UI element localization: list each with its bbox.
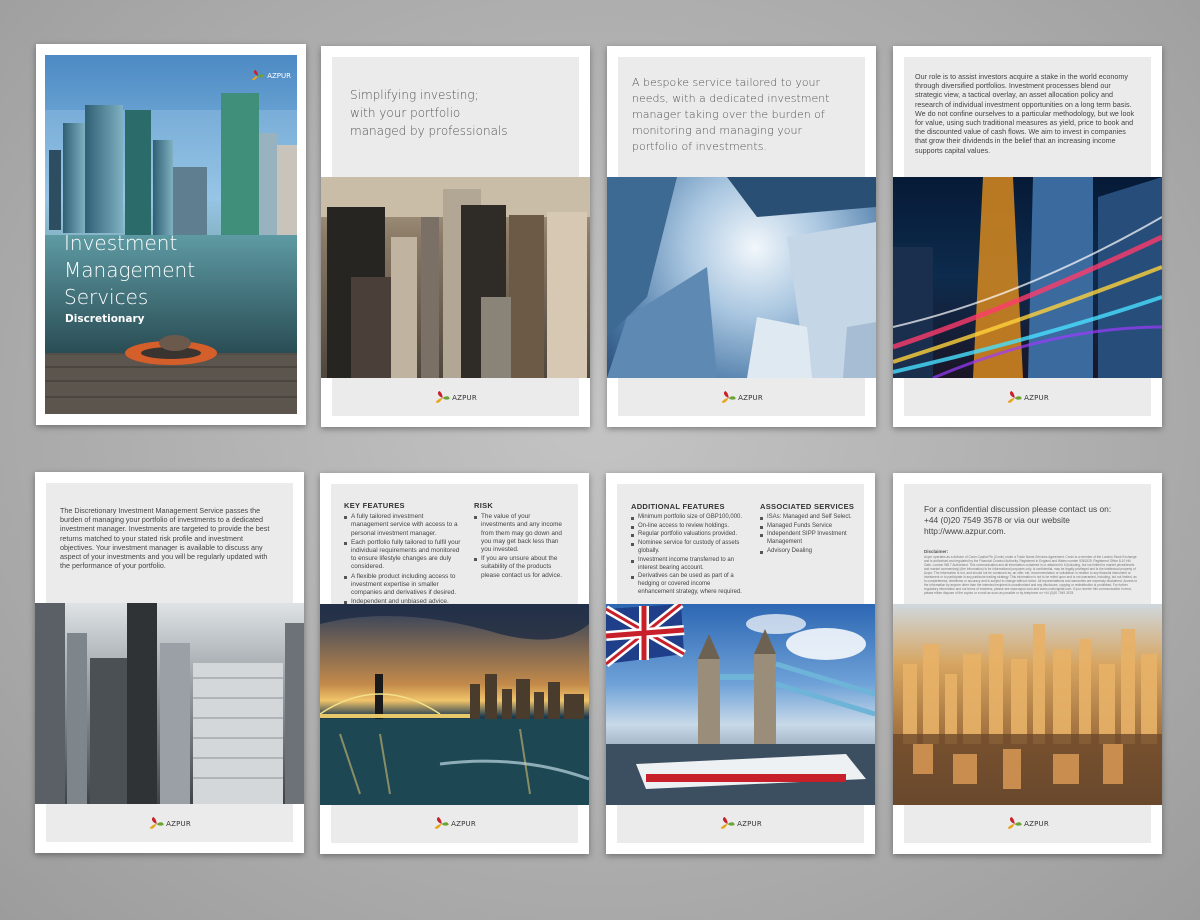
page-7-logo: AZPUR: [719, 816, 762, 832]
azpur-leaf-icon: [149, 817, 164, 829]
headline-line: with your portfolio: [350, 106, 461, 120]
page-4: Our role is to assist investors acquire …: [893, 46, 1162, 427]
key-features-list: A fully tailored investment management s…: [344, 513, 462, 606]
headline-line: portfolio of investments.: [632, 140, 767, 153]
disclaimer-block: Disclaimer: Azpur operates as a division…: [924, 549, 1139, 601]
page-5: The Discretionary Investment Management …: [35, 472, 304, 853]
page-6-logo: AZPUR: [433, 816, 476, 832]
cover-logo-text: AZPUR: [267, 72, 291, 80]
disclaimer-text: Azpur operates as a division of Conin Ca…: [924, 555, 1138, 595]
headline-line: needs, with a dedicated investment: [632, 92, 830, 105]
list-item: Minimum portfolio size of GBP100,000.: [631, 514, 745, 522]
page-2-photo: [321, 177, 590, 378]
list-item: If you are unsure about the suitability …: [474, 555, 566, 580]
contact-line: For a confidential discussion please con…: [924, 504, 1112, 514]
associated-services-title: ASSOCIATED SERVICES: [760, 502, 855, 511]
page-3-photo: [607, 177, 876, 378]
page-8: For a confidential discussion please con…: [893, 473, 1162, 854]
cover-title-line: Services: [64, 285, 149, 309]
list-item: A fully tailored investment management s…: [344, 513, 462, 538]
risk-column: RISK The value of your investments and a…: [474, 501, 566, 581]
additional-features-list: Minimum portfolio size of GBP100,000. On…: [631, 514, 745, 597]
azpur-leaf-icon: [721, 391, 736, 403]
tower-bridge-illustration: [606, 604, 875, 805]
page-3-headline: A bespoke service tailored to your needs…: [632, 75, 830, 155]
logo-text: AZPUR: [451, 820, 476, 828]
page-5-photo: [35, 603, 304, 804]
page-4-body-text: Our role is to assist investors acquire …: [915, 72, 1135, 155]
union-flag-icon: [606, 604, 686, 668]
page-8-logo: AZPUR: [1006, 816, 1049, 832]
cover-subtitle: Discretionary: [65, 313, 145, 325]
headline-line: A bespoke service tailored to your: [632, 76, 821, 89]
key-features-title: KEY FEATURES: [344, 501, 405, 510]
list-item: On-line access to review holdings.: [631, 523, 745, 531]
list-item: A flexible product including access to i…: [344, 573, 462, 598]
page-8-photo: [893, 604, 1162, 805]
page-4-photo: [893, 177, 1162, 378]
list-item: The value of your investments and any in…: [474, 513, 566, 554]
logo-text: AZPUR: [737, 820, 762, 828]
looking-up-towers-illustration: [607, 177, 876, 378]
list-item: Advisory Dealing: [760, 548, 855, 556]
page-2-headline: Simplifying investing; with your portfol…: [350, 86, 508, 140]
cover-photo: AZPUR Investment Management Services Dis…: [45, 55, 297, 414]
azpur-leaf-icon: [435, 391, 450, 403]
risk-title: RISK: [474, 501, 494, 510]
additional-features-column: ADDITIONAL FEATURES Minimum portfolio si…: [631, 503, 745, 598]
page-6: KEY FEATURES A fully tailored investment…: [320, 473, 589, 854]
contact-line: +44 (0)20 7549 3578 or via our website h…: [924, 515, 1070, 536]
page-7-photo: [606, 604, 875, 805]
logo-text: AZPUR: [452, 394, 477, 402]
azpur-leaf-icon: [1007, 391, 1022, 403]
page-6-photo: [320, 604, 589, 805]
page-7: ADDITIONAL FEATURES Minimum portfolio si…: [606, 473, 875, 854]
azpur-leaf-icon: [434, 817, 449, 829]
headline-line: monitoring and managing your: [632, 124, 802, 137]
grey-skyline-illustration: [35, 603, 304, 804]
risk-list: The value of your investments and any in…: [474, 513, 566, 580]
list-item: Investment income transferred to an inte…: [631, 557, 745, 573]
cover-title-line: Management: [64, 258, 196, 282]
headline-line: managed by professionals: [350, 124, 508, 138]
contact-block: For a confidential discussion please con…: [924, 504, 1150, 537]
headline-line: Simplifying investing;: [350, 88, 479, 102]
page-5-body-text: The Discretionary Investment Management …: [60, 506, 270, 571]
list-item: Each portfolio fully tailored to fulfil …: [344, 539, 462, 572]
associated-services-list: ISAs: Managed and Self Select. Managed F…: [760, 514, 855, 556]
azpur-leaf-icon: [720, 817, 735, 829]
headline-line: manager taking over the burden of: [632, 108, 825, 121]
page-3: A bespoke service tailored to your needs…: [607, 46, 876, 427]
logo-text: AZPUR: [1024, 394, 1049, 402]
cover-logo: AZPUR: [251, 69, 291, 83]
key-features-column: KEY FEATURES A fully tailored investment…: [344, 501, 462, 607]
list-item: Independent SIPP Investment Management: [760, 531, 855, 547]
page-5-logo: AZPUR: [148, 816, 191, 832]
list-item: Regular portfolio valuations provided.: [631, 531, 745, 539]
cover-title: Investment Management Services: [64, 230, 195, 311]
list-item: Derivatives can be used as part of a hed…: [631, 573, 745, 596]
night-lights-illustration: [893, 177, 1162, 378]
page-4-logo: AZPUR: [1006, 390, 1049, 406]
associated-services-column: ASSOCIATED SERVICES ISAs: Managed and Se…: [760, 503, 855, 557]
cover-title-line: Investment: [64, 231, 178, 255]
list-item: ISAs: Managed and Self Select.: [760, 514, 855, 522]
page-3-logo: AZPUR: [720, 390, 763, 406]
logo-text: AZPUR: [166, 820, 191, 828]
manhattan-illustration: [321, 177, 590, 378]
aerial-city-illustration: [893, 624, 1162, 805]
azpur-leaf-icon: [1007, 817, 1022, 829]
page-2-logo: AZPUR: [434, 390, 477, 406]
azpur-leaf-icon: [252, 69, 265, 81]
list-item: Nominee service for custody of assets gl…: [631, 540, 745, 556]
logo-text: AZPUR: [738, 394, 763, 402]
list-item: Managed Funds Service: [760, 523, 855, 531]
additional-features-title: ADDITIONAL FEATURES: [631, 502, 725, 511]
cover-page: AZPUR Investment Management Services Dis…: [36, 44, 306, 425]
page-2: Simplifying investing; with your portfol…: [321, 46, 590, 427]
logo-text: AZPUR: [1024, 820, 1049, 828]
bridge-night-illustration: [320, 604, 589, 805]
